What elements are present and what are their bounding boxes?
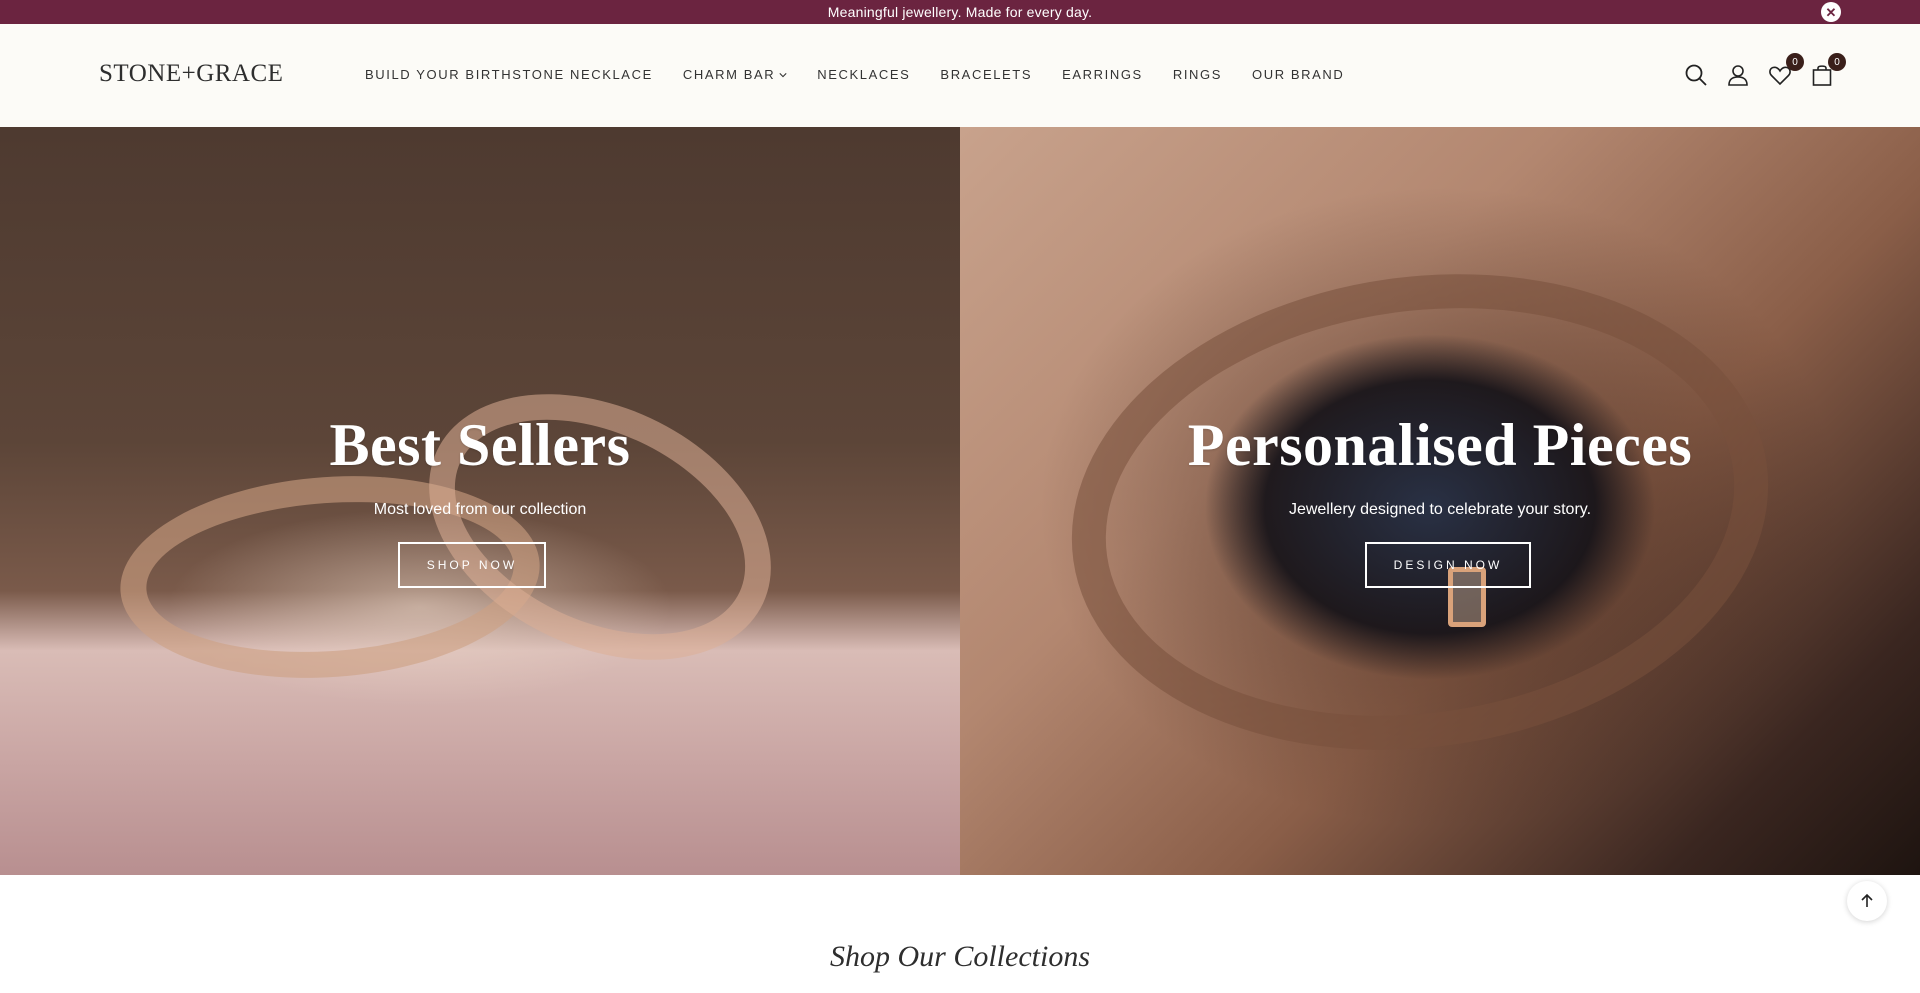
cart-button[interactable]: 0 <box>1810 53 1846 87</box>
nav-item-earrings[interactable]: EARRINGS <box>1062 67 1143 82</box>
hero-subtitle: Most loved from our collection <box>373 501 587 518</box>
nav-item-label: EARRINGS <box>1062 67 1143 82</box>
announcement-text: Meaningful jewellery. Made for every day… <box>827 4 1093 20</box>
cart-count-badge: 0 <box>1828 53 1846 71</box>
nav-item-our-brand[interactable]: OUR BRAND <box>1252 67 1344 82</box>
back-to-top-button[interactable] <box>1847 881 1887 921</box>
hero-panel-personalised[interactable]: Personalised Pieces Jewellery designed t… <box>960 127 1920 875</box>
announcement-bar: Meaningful jewellery. Made for every day… <box>0 0 1920 24</box>
hero-panel-best-sellers[interactable]: Best Sellers Most loved from our collect… <box>0 127 960 875</box>
nav-item-label: NECKLACES <box>817 67 911 82</box>
nav-item-necklaces[interactable]: NECKLACES <box>817 67 910 82</box>
wishlist-count-badge: 0 <box>1786 53 1804 71</box>
shop-now-button[interactable]: SHOP NOW <box>398 542 546 588</box>
site-header: STONE+GRACE BUILD YOUR BIRTHSTONE NECKLA… <box>0 24 1920 127</box>
nav-item-label: CHARM BAR <box>682 67 776 82</box>
arrow-up-icon <box>1861 893 1873 907</box>
nav-item-charm-bar[interactable]: CHARM BAR <box>683 67 787 82</box>
nav-item-label: BRACELETS <box>940 67 1033 82</box>
close-announcement-button[interactable]: ✕ <box>1821 2 1841 22</box>
hero-title: Personalised Pieces <box>1187 412 1693 478</box>
search-icon <box>1685 64 1707 86</box>
nav-item-label: BUILD YOUR BIRTHSTONE NECKLACE <box>365 67 653 82</box>
nav-item-label: RINGS <box>1172 67 1222 82</box>
collections-heading: Shop Our Collections <box>830 940 1090 973</box>
nav-item-bracelets[interactable]: BRACELETS <box>940 67 1032 82</box>
nav-item-label: OUR BRAND <box>1252 67 1345 82</box>
main-nav: BUILD YOUR BIRTHSTONE NECKLACE CHARM BAR… <box>365 67 1344 82</box>
hero-subtitle: Jewellery designed to celebrate your sto… <box>1288 501 1592 518</box>
header-actions: 0 0 <box>1684 53 1846 87</box>
hero-banner: Best Sellers Most loved from our collect… <box>0 127 1920 875</box>
nav-item-rings[interactable]: RINGS <box>1173 67 1222 82</box>
design-now-button[interactable]: DESIGN NOW <box>1365 542 1531 588</box>
chevron-down-icon <box>779 72 787 77</box>
account-button[interactable] <box>1726 63 1750 87</box>
nav-item-birthstone-necklace[interactable]: BUILD YOUR BIRTHSTONE NECKLACE <box>365 67 653 82</box>
hero-title: Best Sellers <box>329 412 631 478</box>
wishlist-button[interactable]: 0 <box>1768 53 1804 87</box>
logo[interactable]: STONE+GRACE <box>99 60 283 88</box>
search-button[interactable] <box>1684 63 1708 87</box>
user-icon <box>1728 65 1748 86</box>
